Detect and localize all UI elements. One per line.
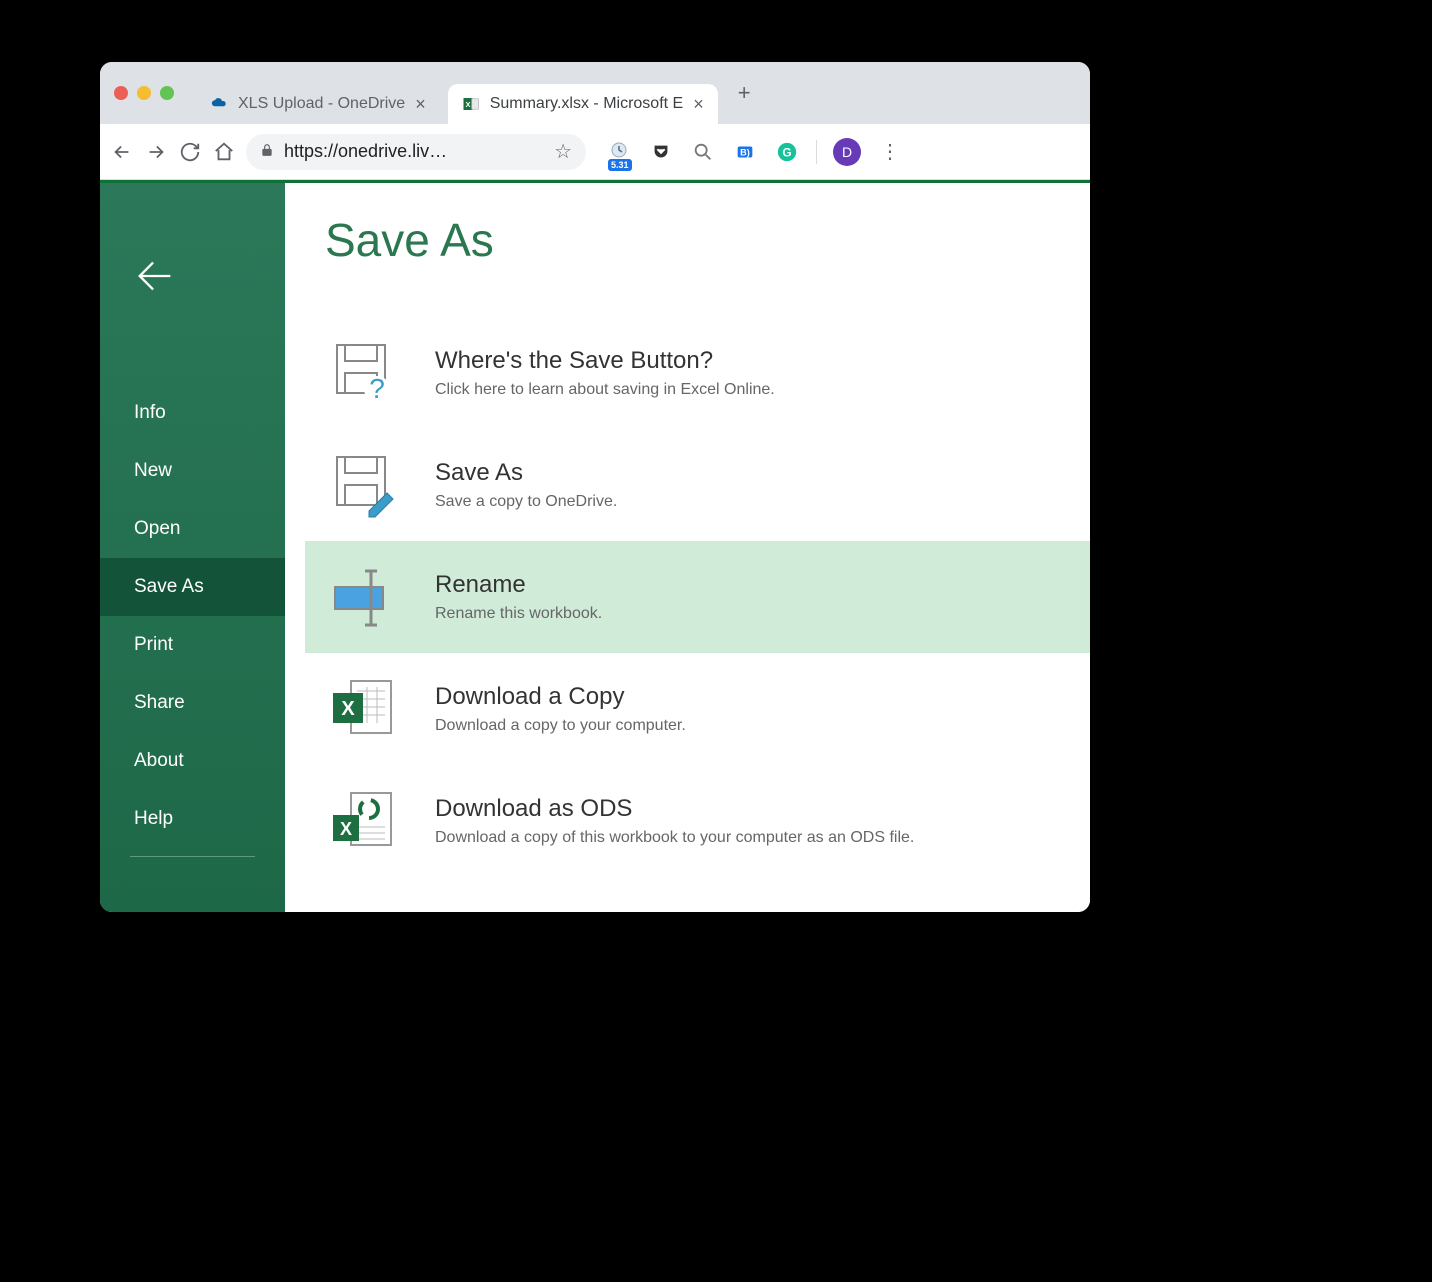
option-title: Download as ODS	[435, 795, 1070, 823]
reload-button[interactable]	[178, 140, 202, 164]
sidebar-item-label: Print	[134, 634, 173, 655]
option-title: Where's the Save Button?	[435, 347, 1070, 375]
option-description: Click here to learn about saving in Exce…	[435, 381, 1070, 399]
tab-excel-summary[interactable]: X Summary.xlsx - Microsoft E ×	[448, 84, 718, 124]
option-description: Download a copy to your computer.	[435, 717, 1070, 735]
pocket-extension-icon[interactable]	[648, 139, 674, 165]
browser-toolbar: https://onedrive.liv… ☆ 5.31 B) G D	[100, 124, 1090, 180]
url-text: https://onedrive.liv…	[284, 141, 544, 162]
option-save-as[interactable]: Save As Save a copy to OneDrive.	[305, 429, 1090, 541]
svg-text:X: X	[341, 698, 355, 720]
extension-badge: 5.31	[608, 159, 632, 171]
save-as-options: ? Where's the Save Button? Click here to…	[325, 317, 1090, 877]
sidebar-item-label: Open	[134, 518, 180, 539]
back-button[interactable]	[110, 140, 134, 164]
option-where-save-button[interactable]: ? Where's the Save Button? Click here to…	[305, 317, 1090, 429]
option-description: Save a copy to OneDrive.	[435, 493, 1070, 511]
tab-label: XLS Upload - OneDrive	[238, 95, 405, 113]
sidebar-item-label: Info	[134, 402, 166, 423]
file-menu-sidebar: Info New Open Save As Print Share About …	[100, 183, 285, 912]
toolbar-divider	[816, 140, 817, 164]
svg-text:G: G	[782, 145, 791, 159]
option-title: Rename	[435, 571, 1070, 599]
page-content: Info New Open Save As Print Share About …	[100, 183, 1090, 912]
forward-button[interactable]	[144, 140, 168, 164]
excel-ods-icon: X	[325, 783, 401, 859]
profile-avatar[interactable]: D	[833, 138, 861, 166]
sidebar-item-label: Save As	[134, 576, 204, 597]
extension-timer-icon[interactable]: 5.31	[606, 139, 632, 165]
excel-icon: X	[462, 95, 480, 113]
svg-text:X: X	[465, 100, 470, 109]
sidebar-item-label: About	[134, 750, 184, 771]
sidebar-item-about[interactable]: About	[100, 732, 285, 790]
window-maximize-button[interactable]	[160, 86, 174, 100]
rename-icon	[325, 559, 401, 635]
sidebar-item-label: New	[134, 460, 172, 481]
address-bar[interactable]: https://onedrive.liv… ☆	[246, 134, 586, 170]
tab-label: Summary.xlsx - Microsoft E	[490, 95, 684, 113]
option-download-ods[interactable]: X Download as ODS Download a copy of thi…	[305, 765, 1090, 877]
traffic-lights	[114, 86, 174, 100]
titlebar: XLS Upload - OneDrive × X Summary.xlsx -…	[100, 62, 1090, 124]
window-minimize-button[interactable]	[137, 86, 151, 100]
sidebar-item-print[interactable]: Print	[100, 616, 285, 674]
sidebar-item-label: Help	[134, 808, 173, 829]
sidebar-item-new[interactable]: New	[100, 442, 285, 500]
extension-icons: 5.31 B) G D ⋮	[606, 138, 903, 166]
save-pencil-icon	[325, 447, 401, 523]
option-description: Download a copy of this workbook to your…	[435, 829, 1070, 847]
browser-window: XLS Upload - OneDrive × X Summary.xlsx -…	[100, 62, 1090, 912]
sidebar-item-open[interactable]: Open	[100, 500, 285, 558]
svg-text:B): B)	[740, 147, 750, 157]
new-tab-button[interactable]: +	[726, 80, 763, 106]
sidebar-item-label: Share	[134, 692, 185, 713]
search-extension-icon[interactable]	[690, 139, 716, 165]
save-question-icon: ?	[325, 335, 401, 411]
sidebar-item-info[interactable]: Info	[100, 384, 285, 442]
option-description: Rename this workbook.	[435, 605, 1070, 623]
avatar-initial: D	[842, 144, 852, 160]
window-close-button[interactable]	[114, 86, 128, 100]
svg-text:X: X	[340, 819, 352, 839]
option-title: Save As	[435, 459, 1070, 487]
main-panel: Save As ? Where's the Save Button? Click…	[285, 183, 1090, 912]
sidebar-separator	[130, 856, 255, 857]
sidebar-item-save-as[interactable]: Save As	[100, 558, 285, 616]
home-button[interactable]	[212, 140, 236, 164]
option-rename[interactable]: Rename Rename this workbook.	[305, 541, 1090, 653]
bookmark-star-icon[interactable]: ☆	[554, 139, 572, 164]
grammarly-extension-icon[interactable]: G	[774, 139, 800, 165]
excel-download-icon: X	[325, 671, 401, 747]
blue-extension-icon[interactable]: B)	[732, 139, 758, 165]
lock-icon	[260, 143, 274, 160]
option-title: Download a Copy	[435, 683, 1070, 711]
browser-menu-button[interactable]: ⋮	[877, 139, 903, 165]
close-icon[interactable]: ×	[415, 94, 426, 115]
onedrive-icon	[210, 95, 228, 113]
close-icon[interactable]: ×	[693, 94, 704, 115]
sidebar-item-help[interactable]: Help	[100, 790, 285, 848]
tab-onedrive-upload[interactable]: XLS Upload - OneDrive ×	[196, 84, 440, 124]
svg-text:?: ?	[369, 373, 385, 404]
sidebar-item-share[interactable]: Share	[100, 674, 285, 732]
back-arrow-button[interactable]	[132, 253, 285, 304]
page-title: Save As	[325, 213, 1090, 267]
option-download-copy[interactable]: X Download a Copy Download a copy to you…	[305, 653, 1090, 765]
